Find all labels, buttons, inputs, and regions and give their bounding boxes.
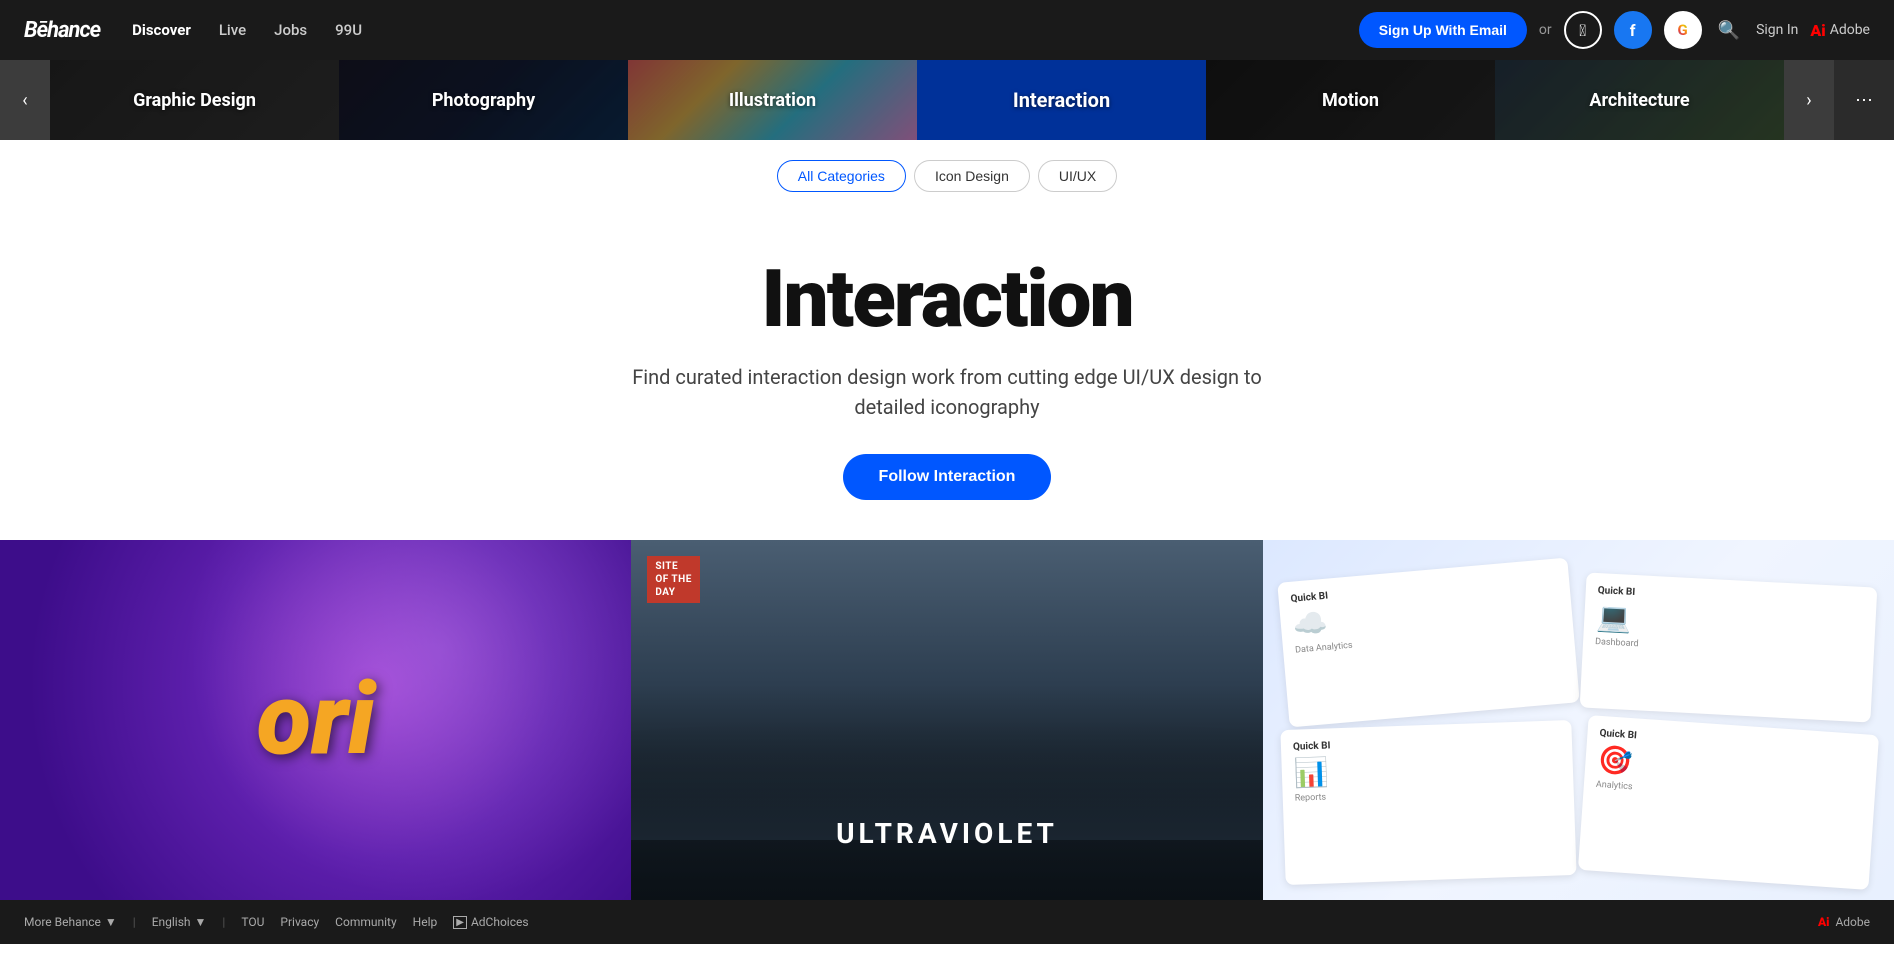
chevron-right-icon: › bbox=[1806, 90, 1811, 111]
or-label: or bbox=[1539, 22, 1552, 38]
facebook-icon: f bbox=[1630, 21, 1636, 40]
search-icon: 🔍 bbox=[1718, 20, 1740, 40]
apple-signin-button[interactable]:  bbox=[1564, 11, 1602, 49]
signin-link[interactable]: Sign In bbox=[1756, 22, 1798, 38]
nav-99u[interactable]: 99U bbox=[335, 21, 362, 39]
category-more-button[interactable]: ⋯ bbox=[1834, 60, 1894, 140]
footer: More Behance ▼ | English ▼ | TOU Privacy… bbox=[0, 900, 1894, 944]
nav-right: Sign Up With Email or  f G 🔍 Sign In Ai… bbox=[1359, 11, 1870, 49]
category-bar: ‹ Graphic Design Photography Illustratio… bbox=[0, 60, 1894, 140]
nav-live[interactable]: Live bbox=[219, 21, 246, 39]
subcat-all-categories[interactable]: All Categories bbox=[777, 160, 906, 192]
category-graphic-design[interactable]: Graphic Design bbox=[50, 60, 339, 140]
apple-icon:  bbox=[1579, 21, 1586, 40]
category-label: Interaction bbox=[1013, 88, 1110, 112]
adobe-footer-label: Adobe bbox=[1835, 915, 1870, 929]
footer-privacy-link[interactable]: Privacy bbox=[280, 915, 319, 929]
site-of-day-badge: Siteof theDay bbox=[647, 556, 700, 603]
category-prev-button[interactable]: ‹ bbox=[0, 60, 50, 140]
adchoices-label: AdChoices bbox=[471, 915, 529, 929]
category-architecture[interactable]: Architecture bbox=[1495, 60, 1784, 140]
category-label: Motion bbox=[1322, 90, 1379, 111]
footer-more-label: More Behance bbox=[24, 915, 101, 929]
card-2-title: ULTRAVIOLET bbox=[631, 817, 1262, 880]
footer-divider-2: | bbox=[222, 915, 225, 929]
card-1-title: ori bbox=[257, 662, 375, 779]
mini-card-1: Quick BI ☁️ Data Analytics bbox=[1277, 558, 1579, 728]
hero-description: Find curated interaction design work fro… bbox=[627, 362, 1267, 422]
category-illustration[interactable]: Illustration bbox=[628, 60, 917, 140]
chevron-down-icon: ▼ bbox=[105, 915, 117, 929]
category-label: Graphic Design bbox=[133, 90, 256, 111]
follow-button[interactable]: Follow Interaction bbox=[843, 454, 1052, 500]
nav-links: Discover Live Jobs 99U bbox=[132, 21, 1359, 39]
behance-logo[interactable]: Bēhance bbox=[24, 18, 100, 43]
chevron-left-icon: ‹ bbox=[22, 90, 27, 111]
footer-more-behance[interactable]: More Behance ▼ bbox=[24, 915, 117, 929]
project-card-2-bg: Siteof theDay ULTRAVIOLET bbox=[631, 540, 1262, 900]
category-next-button[interactable]: › bbox=[1784, 60, 1834, 140]
category-label: Photography bbox=[432, 90, 535, 111]
category-motion[interactable]: Motion bbox=[1206, 60, 1495, 140]
google-icon: G bbox=[1678, 21, 1688, 39]
google-signin-button[interactable]: G bbox=[1664, 11, 1702, 49]
subcat-icon-design[interactable]: Icon Design bbox=[914, 160, 1030, 192]
adchoices-icon: ▶ bbox=[453, 916, 467, 929]
navbar: Bēhance Discover Live Jobs 99U Sign Up W… bbox=[0, 0, 1894, 60]
footer-help-link[interactable]: Help bbox=[413, 915, 438, 929]
facebook-signin-button[interactable]: f bbox=[1614, 11, 1652, 49]
project-card-2[interactable]: Siteof theDay ULTRAVIOLET bbox=[631, 540, 1262, 900]
categories-list: Graphic Design Photography Illustration … bbox=[50, 60, 1784, 140]
search-button[interactable]: 🔍 bbox=[1714, 16, 1744, 45]
mini-card-2: Quick BI 💻 Dashboard bbox=[1580, 572, 1877, 722]
project-card-1-bg: ori bbox=[0, 540, 631, 900]
project-card-1[interactable]: ori bbox=[0, 540, 631, 900]
hero-section: Interaction Find curated interaction des… bbox=[0, 202, 1894, 540]
adobe-logo: Ai Adobe bbox=[1810, 21, 1870, 40]
footer-community-link[interactable]: Community bbox=[335, 915, 396, 929]
chevron-down-icon-2: ▼ bbox=[195, 915, 207, 929]
mini-card-4: Quick BI 🎯 Analytics bbox=[1578, 715, 1879, 890]
footer-language-label: English bbox=[152, 915, 191, 929]
projects-grid: ori Siteof theDay ULTRAVIOLET Quick BI ☁… bbox=[0, 540, 1894, 900]
footer-tou-link[interactable]: TOU bbox=[241, 915, 264, 929]
footer-adchoices[interactable]: ▶ AdChoices bbox=[453, 915, 528, 929]
more-icon: ⋯ bbox=[1855, 90, 1873, 111]
category-label: Architecture bbox=[1589, 90, 1689, 111]
project-card-3-bg: Quick BI ☁️ Data Analytics Quick BI 💻 Da… bbox=[1263, 540, 1894, 900]
footer-language[interactable]: English ▼ bbox=[152, 915, 207, 929]
nav-discover[interactable]: Discover bbox=[132, 21, 191, 39]
project-card-3[interactable]: Quick BI ☁️ Data Analytics Quick BI 💻 Da… bbox=[1263, 540, 1894, 900]
mini-card-3: Quick BI 📊 Reports bbox=[1280, 720, 1576, 885]
subcategories-bar: All Categories Icon Design UI/UX bbox=[0, 140, 1894, 202]
subcat-uiux[interactable]: UI/UX bbox=[1038, 160, 1117, 192]
category-interaction[interactable]: Interaction bbox=[917, 60, 1206, 140]
adobe-icon: Ai bbox=[1810, 21, 1825, 40]
footer-divider-1: | bbox=[133, 915, 136, 929]
category-photography[interactable]: Photography bbox=[339, 60, 628, 140]
category-label: Illustration bbox=[729, 90, 816, 111]
signup-button[interactable]: Sign Up With Email bbox=[1359, 12, 1527, 48]
nav-jobs[interactable]: Jobs bbox=[274, 21, 307, 39]
footer-adobe: Ai Adobe bbox=[1818, 915, 1870, 929]
hero-title: Interaction bbox=[20, 252, 1874, 346]
adobe-footer-icon: Ai bbox=[1818, 915, 1829, 929]
